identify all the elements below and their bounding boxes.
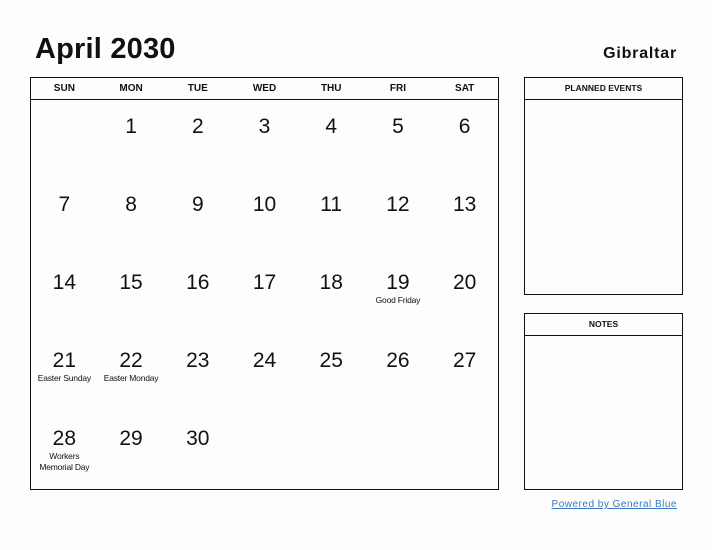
day-number: 9 [191,193,204,216]
holiday-label: Easter Monday [103,373,159,383]
day-cell: 16 [164,256,231,334]
weekday-header: SUN MON TUE WED THU FRI SAT [31,78,498,100]
day-cell: 13 [431,178,498,256]
day-cell: 18 [298,256,365,334]
day-number: 26 [386,349,410,372]
day-cell [298,412,365,490]
day-number: 14 [52,271,77,294]
day-cell: 30 [164,412,231,490]
day-number: 13 [452,193,477,216]
weekday-sat: SAT [455,83,475,94]
day-cell: 19 Good Friday [365,256,432,334]
day-cell [31,100,98,178]
day-number: 12 [386,193,410,216]
month-title: April 2030 [35,33,176,65]
notes-panel: NOTES [524,313,683,490]
day-cell: 3 [231,100,298,178]
day-number: 15 [119,271,143,294]
day-cell: 21 Easter Sunday [31,334,98,412]
day-cell: 5 [365,100,432,178]
day-number: 21 [52,349,77,372]
day-number: 1 [125,115,137,138]
day-cell: 27 [431,334,498,412]
day-number: 2 [191,115,204,138]
day-cell: 22 Easter Monday [98,334,165,412]
day-number: 8 [125,193,137,216]
day-cell: 7 [31,178,98,256]
day-cell: 6 [431,100,498,178]
country-label: Gibraltar [603,45,677,62]
day-number: 5 [392,115,404,138]
day-cell: 8 [98,178,165,256]
weekday-fri: FRI [389,83,406,94]
day-number: 30 [186,427,210,450]
day-cell: 4 [298,100,365,178]
day-cell: 17 [231,256,298,334]
calendar-grid: SUN MON TUE WED THU FRI SAT 1 2 3 4 5 6 7 8 9 10 1… [30,77,499,490]
powered-by-link[interactable]: Powered by General Blue [552,499,677,510]
holiday-label: Workers Memorial Day [39,451,90,472]
day-cell [431,412,498,490]
day-number: 6 [458,115,471,138]
day-cell: 12 [365,178,432,256]
day-number: 7 [58,193,71,216]
day-cell: 24 [231,334,298,412]
holiday-label: Easter Sunday [37,373,91,383]
day-number: 24 [252,349,277,372]
day-number: 4 [325,115,338,138]
weekday-wed: WED [252,83,277,94]
day-cell [231,412,298,490]
day-number: 19 [386,271,410,294]
day-cell [365,412,432,490]
day-cell: 29 [98,412,165,490]
day-number: 18 [319,271,343,294]
holiday-label: Good Friday [375,295,421,305]
day-cell: 25 [298,334,365,412]
weekday-sun: SUN [53,83,75,94]
planned-events-heading: PLANNED EVENTS [525,78,682,100]
day-number: 25 [319,349,343,372]
day-cell: 20 [431,256,498,334]
day-cell: 14 [31,256,98,334]
day-cell: 2 [164,100,231,178]
day-number: 29 [119,427,143,450]
weekday-thu: THU [320,83,342,94]
day-grid: 1 2 3 4 5 6 7 8 9 10 11 12 13 14 15 16 17 18 19 Good Friday… [31,100,498,490]
day-number: 28 [52,427,77,450]
day-number: 11 [320,193,343,216]
day-cell: 26 [365,334,432,412]
day-cell: 15 [98,256,165,334]
weekday-tue: TUE [187,83,208,94]
day-number: 23 [186,349,210,372]
day-number: 27 [452,349,477,372]
day-cell: 1 [98,100,165,178]
day-cell: 10 [231,178,298,256]
notes-heading: NOTES [525,314,682,336]
day-cell: 9 [164,178,231,256]
day-cell: 11 [298,178,365,256]
day-cell: 23 [164,334,231,412]
day-number: 17 [252,271,277,294]
day-number: 3 [258,115,271,138]
weekday-mon: MON [119,83,143,94]
day-number: 22 [119,349,143,372]
day-cell: 28 Workers Memorial Day [31,412,98,490]
day-number: 10 [252,193,277,216]
planned-events-panel: PLANNED EVENTS [524,77,683,295]
day-number: 20 [452,271,477,294]
day-number: 16 [186,271,210,294]
